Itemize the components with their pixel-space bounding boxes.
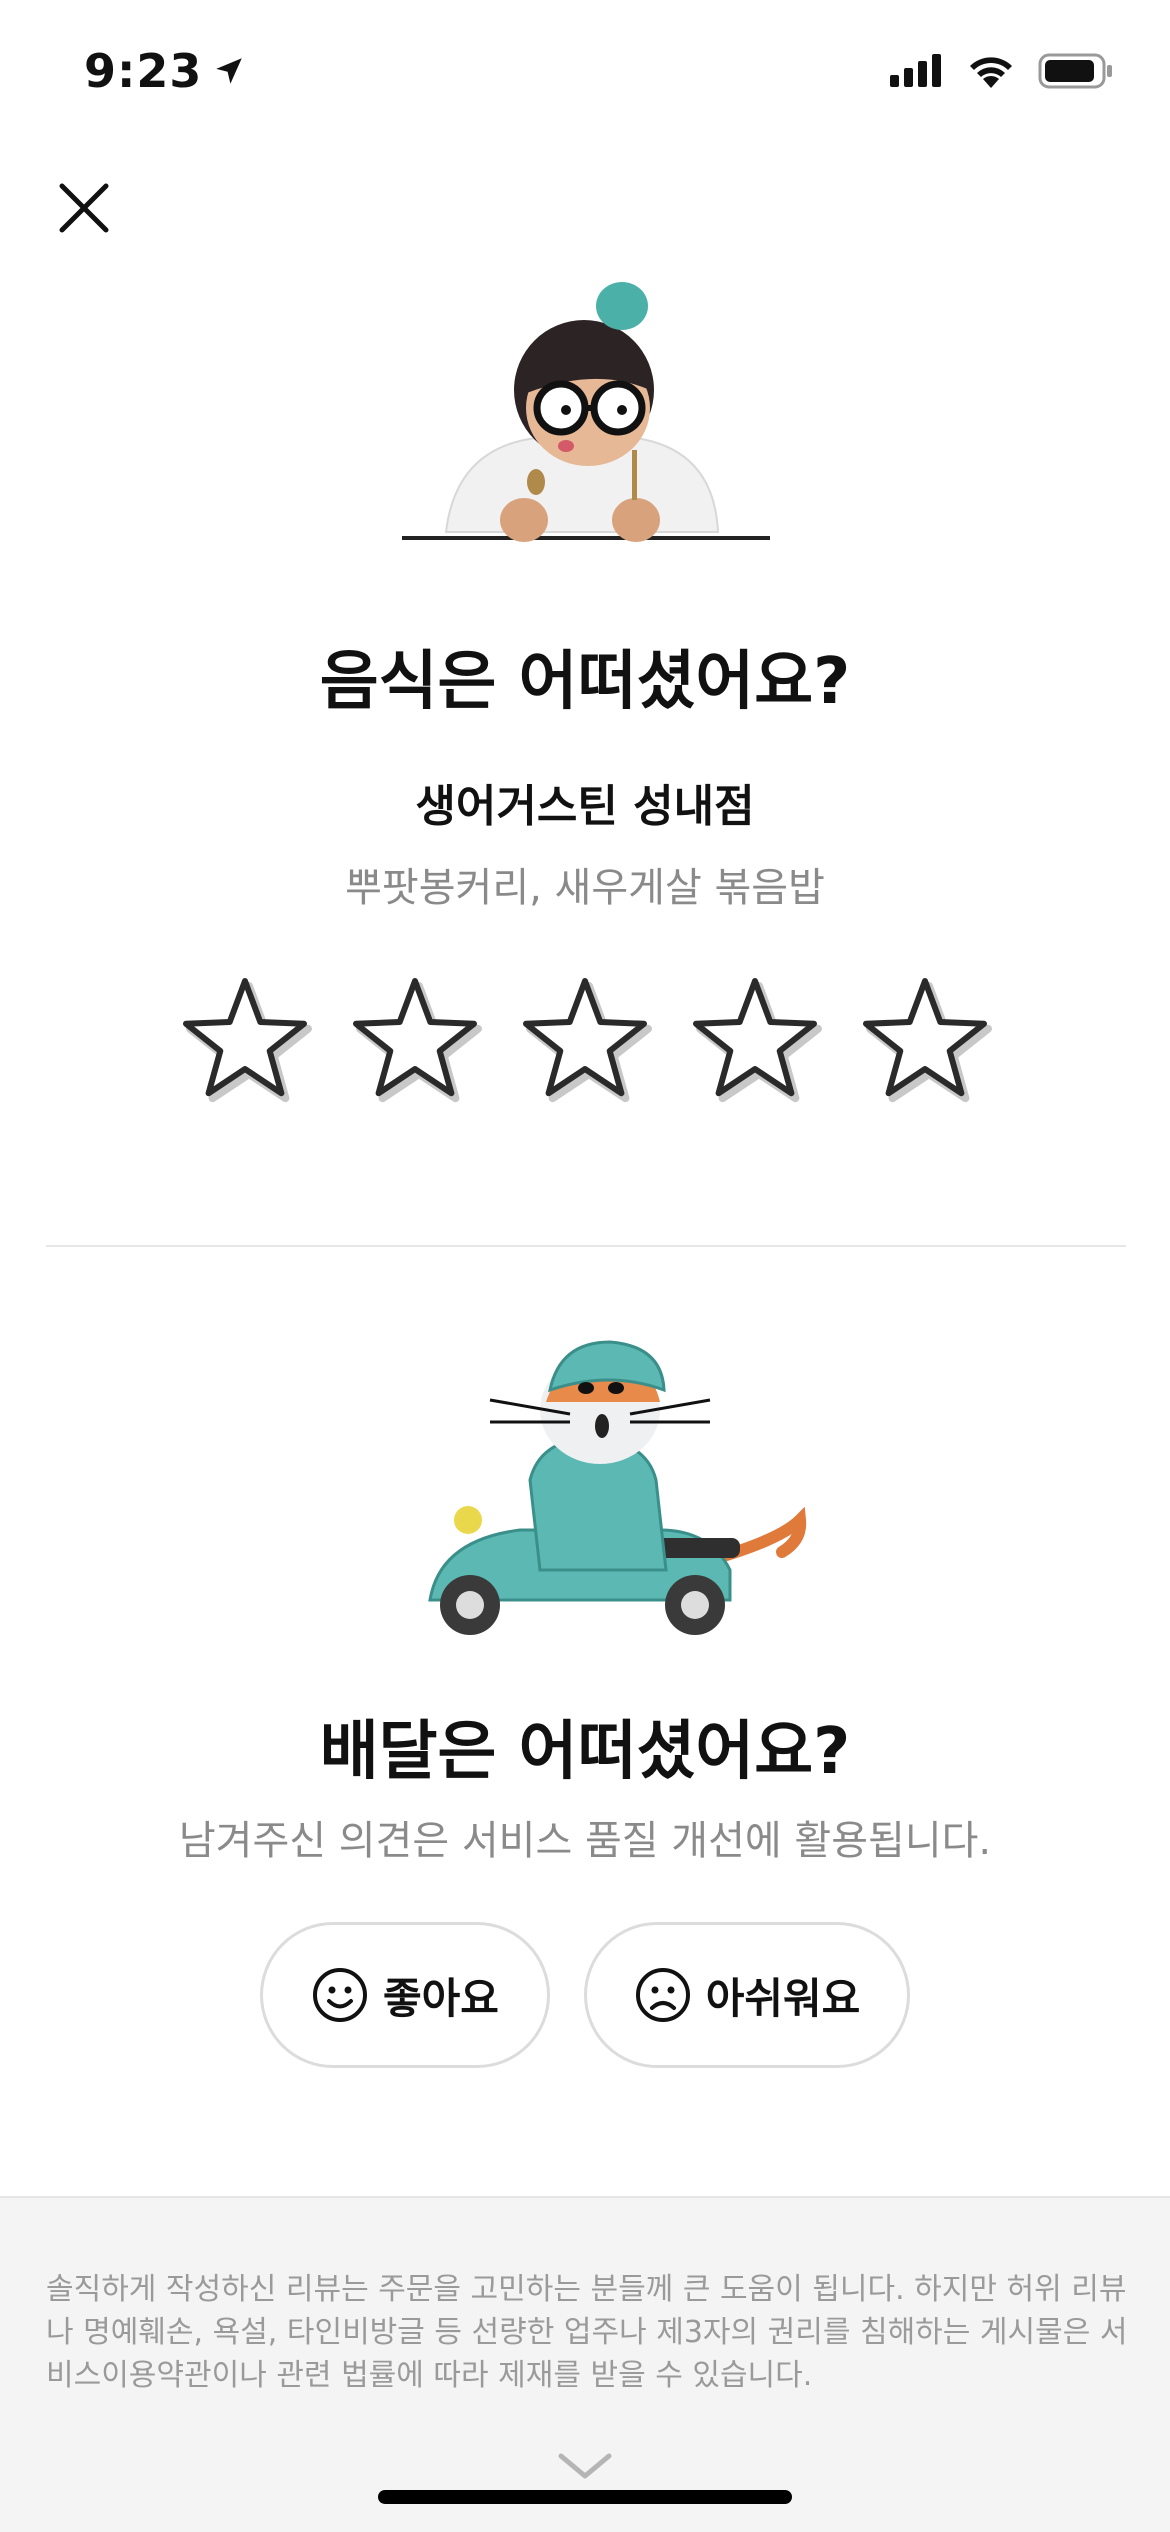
food-rating-title: 음식은 어떠셨어요? — [319, 645, 851, 719]
status-bar-time: 9:23 — [84, 44, 246, 98]
ordered-menu-items: 뿌팟봉커리, 새우게살 볶음밥 — [345, 865, 825, 911]
chef-character-illustration — [402, 282, 770, 542]
delivery-rating-title: 배달은 어떠셨어요? — [319, 1715, 851, 1789]
star-1[interactable] — [173, 968, 317, 1112]
star-3[interactable] — [513, 968, 657, 1112]
good-button-label: 좋아요 — [383, 1973, 499, 2023]
delivery-cat-rider-illustration — [428, 1340, 807, 1635]
home-indicator — [378, 2490, 792, 2504]
cellular-signal-icon — [890, 54, 941, 87]
status-bar-indicators — [890, 52, 1114, 90]
star-2[interactable] — [343, 968, 487, 1112]
bad-button[interactable]: 아쉬워요 — [584, 1922, 910, 2068]
star-5[interactable] — [853, 968, 997, 1112]
star-rating — [0, 968, 1170, 1112]
chevron-down-icon[interactable] — [555, 2448, 615, 2484]
bad-button-label: 아쉬워요 — [705, 1973, 861, 2023]
good-button[interactable]: 좋아요 — [260, 1922, 550, 2068]
star-4[interactable] — [683, 968, 827, 1112]
delivery-feedback-buttons: 좋아요 아쉬워요 — [0, 1922, 1170, 2068]
time-label: 9:23 — [84, 44, 203, 98]
battery-icon — [1038, 53, 1112, 89]
store-name: 생어거스틴 성내점 — [415, 781, 755, 832]
delivery-rating-subtitle: 남겨주신 의견은 서비스 품질 개선에 활용됩니다. — [178, 1818, 992, 1864]
wifi-icon — [970, 57, 1012, 88]
review-policy-notice: 솔직하게 작성하신 리뷰는 주문을 고민하는 분들께 큰 도움이 됩니다. 하지… — [46, 2272, 1128, 2393]
close-button[interactable] — [52, 176, 116, 240]
location-arrow-icon — [216, 58, 243, 84]
frown-icon — [635, 1968, 690, 2022]
smile-icon — [313, 1968, 368, 2022]
section-divider — [46, 1245, 1126, 1247]
close-icon — [59, 183, 109, 233]
